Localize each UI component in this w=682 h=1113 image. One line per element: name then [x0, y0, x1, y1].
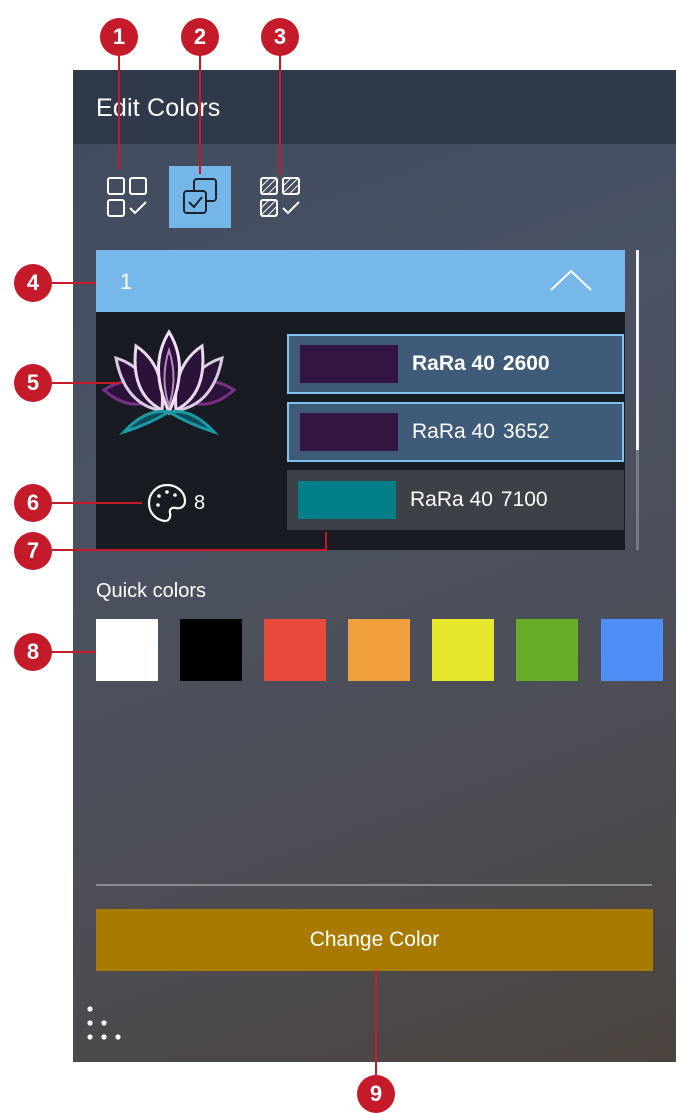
callout-lines [52, 55, 377, 1080]
callout-9: 9 [357, 1075, 395, 1113]
callout-5: 5 [14, 364, 52, 402]
callout-1: 1 [100, 18, 138, 56]
callout-7: 7 [14, 532, 52, 570]
callout-3: 3 [261, 18, 299, 56]
callout-8: 8 [14, 633, 52, 671]
callout-4: 4 [14, 264, 52, 302]
callout-6: 6 [14, 484, 52, 522]
callout-2: 2 [181, 18, 219, 56]
